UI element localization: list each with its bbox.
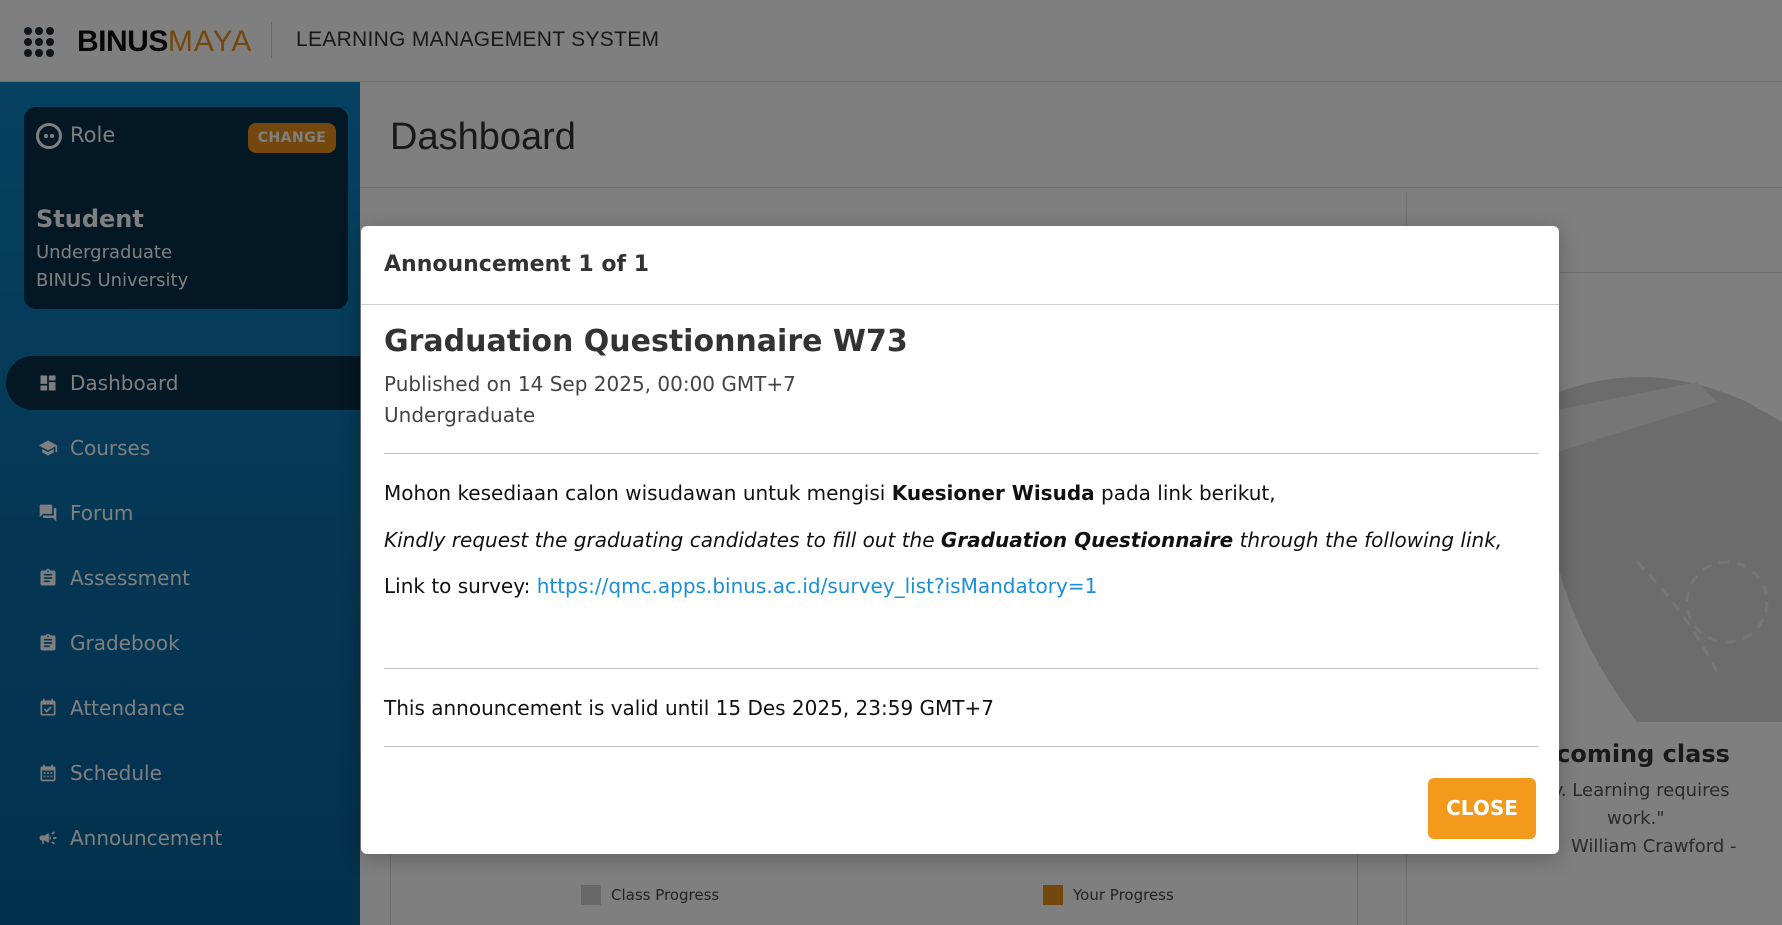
body-emphasis: Graduation Questionnaire (940, 528, 1234, 552)
audience-label: Undergraduate (384, 403, 536, 427)
validity-text: This announcement is valid until 15 Des … (384, 696, 994, 720)
body-text: Kindly request the graduating candidates… (384, 528, 941, 552)
modal-header: Announcement 1 of 1 (361, 226, 1559, 305)
body-line-english: Kindly request the graduating candidates… (384, 528, 1502, 552)
close-button[interactable]: CLOSE (1428, 778, 1536, 839)
body-emphasis: Kuesioner Wisuda (891, 481, 1095, 505)
body-text: through the following link, (1233, 528, 1503, 552)
modal-header-title: Announcement 1 of 1 (384, 252, 650, 277)
published-date: Published on 14 Sep 2025, 00:00 GMT+7 (384, 372, 796, 396)
body-line-survey: Link to survey: https://qmc.apps.binus.a… (384, 574, 1097, 598)
body-text: Mohon kesediaan calon wisudawan untuk me… (384, 481, 892, 505)
body-text: pada link berikut, (1094, 481, 1276, 505)
body-text: Link to survey: (384, 574, 537, 598)
footer-divider (384, 746, 1538, 747)
body-line-indonesian: Mohon kesediaan calon wisudawan untuk me… (384, 481, 1276, 505)
content-divider (384, 453, 1538, 454)
announcement-modal: Announcement 1 of 1 Graduation Questionn… (361, 226, 1559, 854)
footer-divider (384, 668, 1538, 669)
survey-link[interactable]: https://qmc.apps.binus.ac.id/survey_list… (537, 574, 1098, 598)
announcement-title: Graduation Questionnaire W73 (384, 324, 908, 359)
